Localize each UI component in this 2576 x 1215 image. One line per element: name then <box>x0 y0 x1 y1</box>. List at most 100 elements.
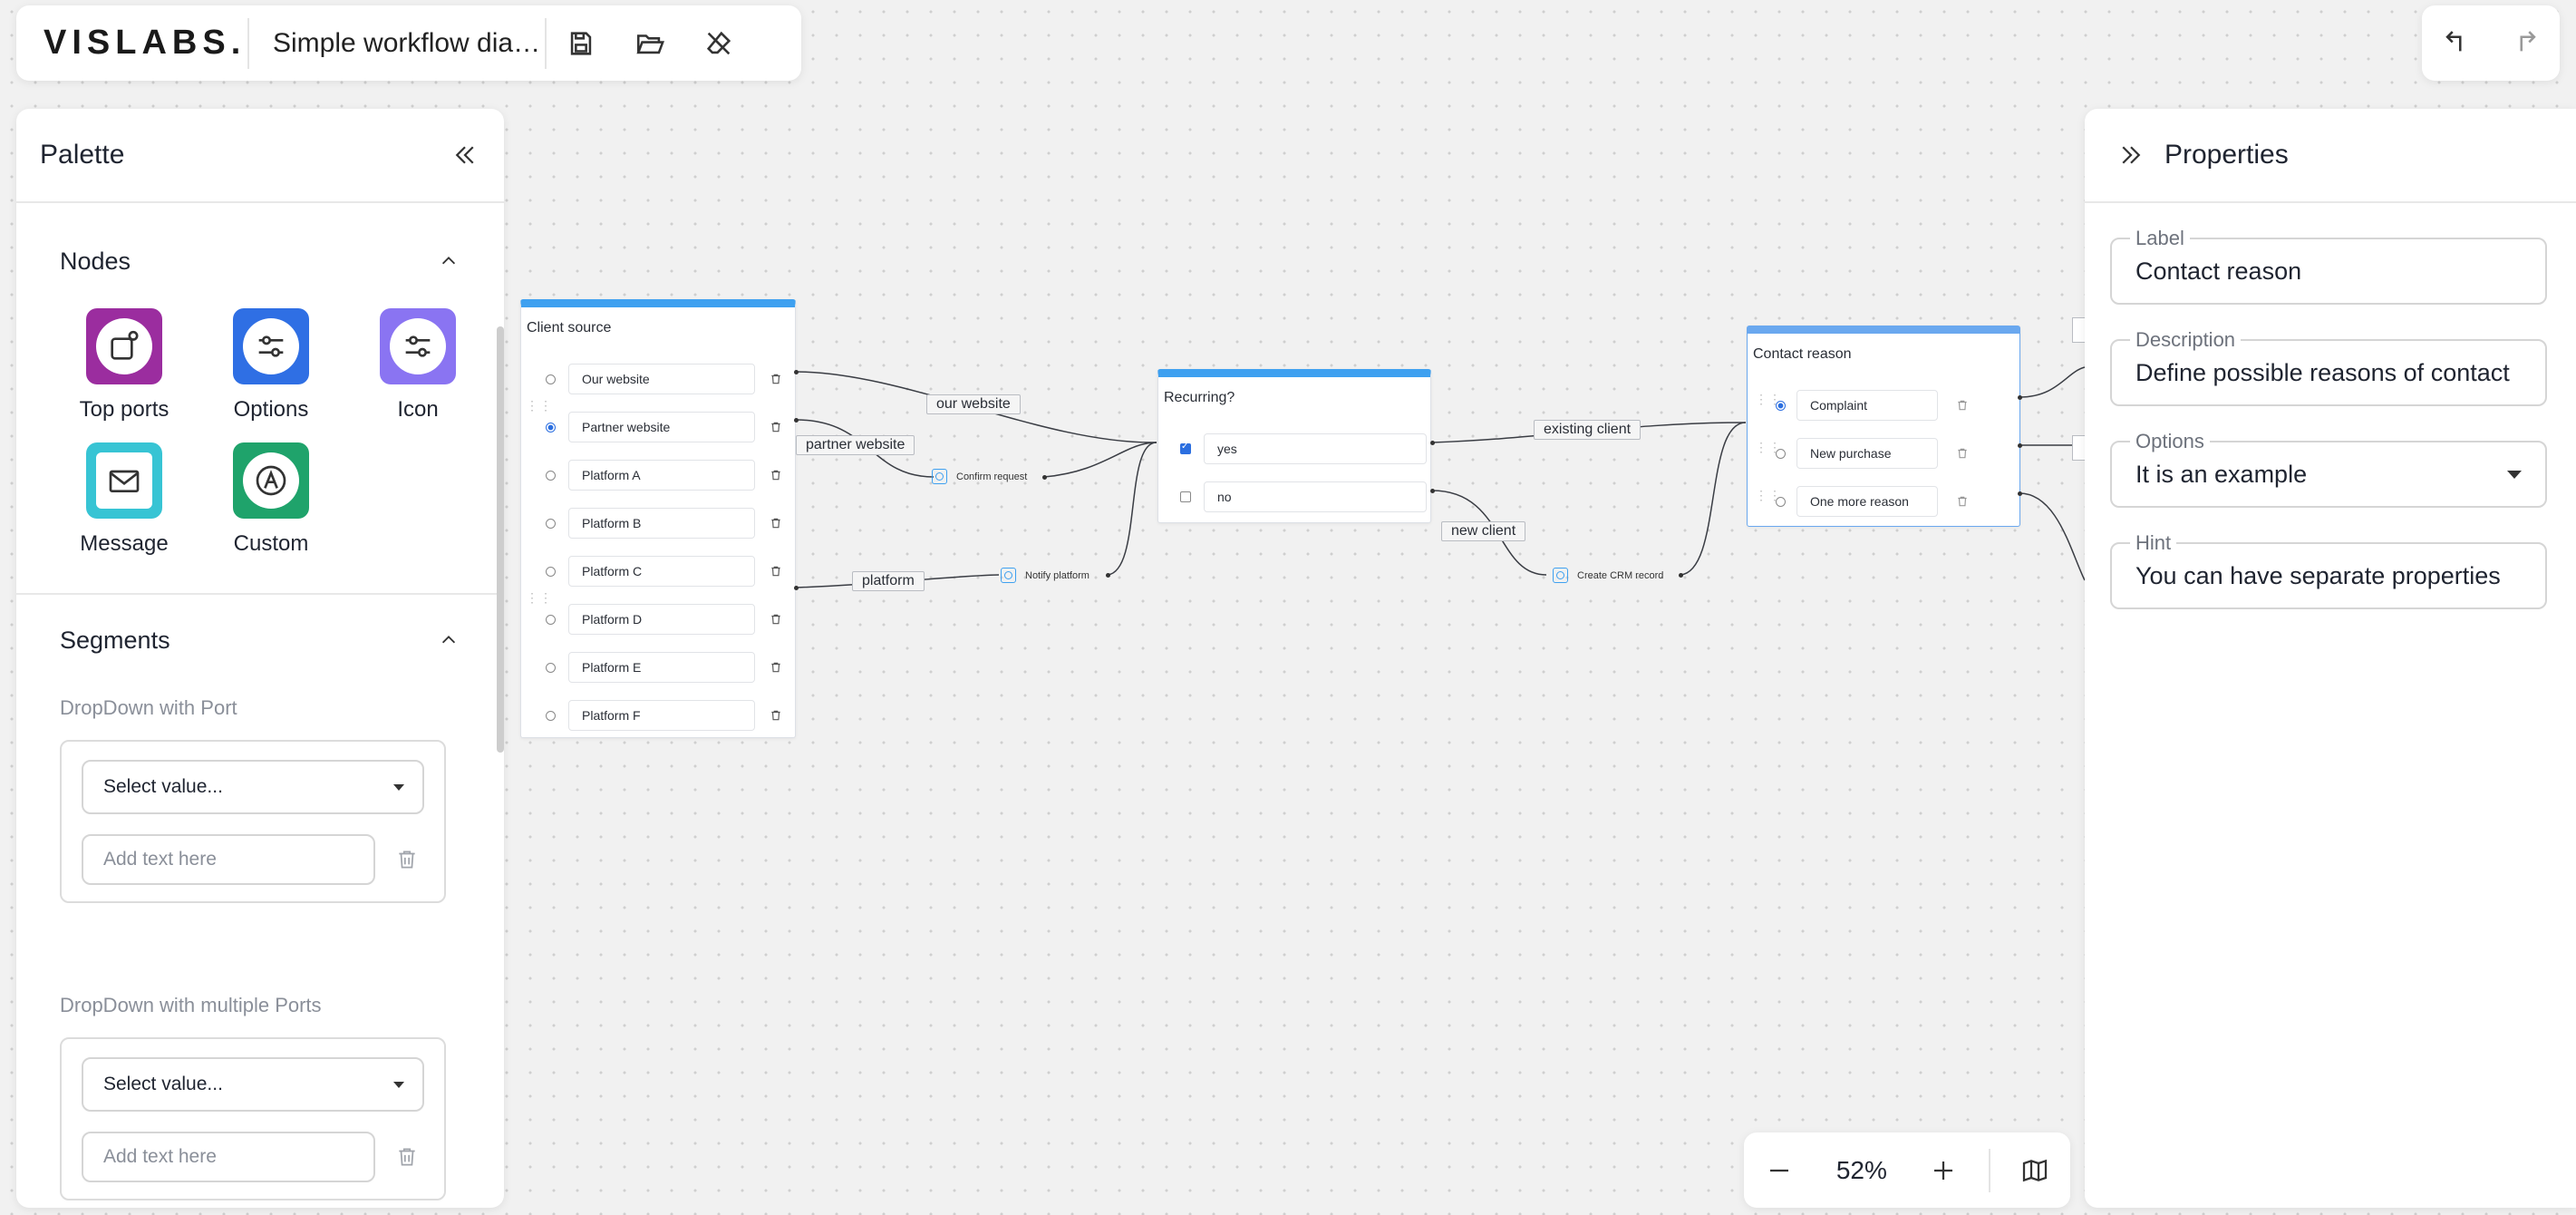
segments-section-header[interactable]: Segments <box>16 604 504 676</box>
node-contact-reason[interactable]: Contact reason Complaint New purchase On… <box>1747 326 2020 527</box>
node-recurring[interactable]: Recurring? yes no <box>1157 369 1431 523</box>
nodes-section-header[interactable]: Nodes <box>16 225 504 297</box>
option-input[interactable]: Complaint <box>1796 390 1938 421</box>
trash-icon[interactable] <box>395 848 419 871</box>
field-value[interactable]: It is an example <box>2135 442 2491 506</box>
option-input[interactable]: New purchase <box>1796 438 1938 469</box>
document-title[interactable]: Simple workflow diagram <box>273 28 545 59</box>
option-row[interactable]: Partner website <box>521 410 782 444</box>
port-dot[interactable] <box>1430 441 1435 445</box>
zoom-out-button[interactable] <box>1744 1132 1815 1208</box>
option-radio[interactable] <box>546 518 556 529</box>
port-dot[interactable] <box>1679 573 1683 578</box>
palette-node-custom[interactable]: Custom <box>198 442 344 557</box>
option-checkbox[interactable] <box>1180 491 1191 502</box>
segment-dropdown-with-multiple-ports[interactable]: Select value... Add text here <box>60 1037 446 1200</box>
segment-select[interactable]: Select value... <box>82 1057 424 1112</box>
option-input[interactable]: Platform B <box>568 508 755 539</box>
port-dot[interactable] <box>1042 475 1047 480</box>
port-dot[interactable] <box>1106 573 1110 578</box>
collapse-palette-icon[interactable] <box>451 141 479 169</box>
trash-icon[interactable] <box>395 1145 419 1169</box>
field-value[interactable]: You can have separate properties <box>2135 544 2522 608</box>
edge-label[interactable]: platform <box>852 571 925 591</box>
option-row[interactable]: Platform F <box>521 698 782 733</box>
trash-icon[interactable] <box>770 612 782 627</box>
edge-label[interactable]: existing client <box>1534 420 1641 440</box>
node-client-source[interactable]: Client source Our website Partner websit… <box>520 299 796 738</box>
option-input[interactable]: One more reason <box>1796 486 1938 517</box>
option-input[interactable]: Platform A <box>568 460 755 491</box>
option-input[interactable]: Platform C <box>568 556 755 587</box>
palette-node-icon[interactable]: Icon <box>344 308 491 423</box>
drag-handle-icon[interactable]: ⋮⋮ <box>526 591 552 608</box>
palette-node-options[interactable]: Options <box>198 308 344 423</box>
description-field[interactable]: Description Define possible reasons of c… <box>2110 328 2547 406</box>
option-row[interactable]: Platform B <box>521 506 782 540</box>
option-row[interactable]: Our website <box>521 362 782 396</box>
node-create-crm-record[interactable]: Create CRM record <box>1553 568 1663 583</box>
label-field[interactable]: Label Contact reason <box>2110 227 2547 305</box>
trash-icon[interactable] <box>770 516 782 530</box>
option-checkbox-checked[interactable] <box>1180 442 1191 454</box>
option-row[interactable]: Platform C <box>521 554 782 588</box>
options-select[interactable]: Options It is an example <box>2110 430 2547 508</box>
drag-handle-icon[interactable]: ⋮⋮ <box>1755 489 1781 506</box>
node-confirm-request[interactable]: Confirm request <box>932 469 1027 484</box>
option-radio[interactable] <box>546 710 556 721</box>
option-radio[interactable] <box>546 614 556 625</box>
option-radio-selected[interactable] <box>546 422 556 433</box>
option-radio[interactable] <box>546 662 556 673</box>
trash-icon[interactable] <box>1956 398 1969 413</box>
minimap-button[interactable] <box>2000 1132 2070 1208</box>
option-input[interactable]: yes <box>1204 433 1427 464</box>
trash-icon[interactable] <box>770 420 782 434</box>
option-row[interactable]: Platform E <box>521 650 782 685</box>
option-row[interactable]: Platform A <box>521 458 782 492</box>
trash-icon[interactable] <box>770 660 782 675</box>
option-input[interactable]: Our website <box>568 364 755 394</box>
drag-handle-icon[interactable]: ⋮⋮ <box>1755 393 1781 410</box>
node-notify-platform[interactable]: Notify platform <box>1001 568 1089 583</box>
option-input[interactable]: no <box>1204 481 1427 512</box>
option-row[interactable]: no <box>1158 480 1427 514</box>
drag-handle-icon[interactable]: ⋮⋮ <box>1755 441 1781 458</box>
edge-label[interactable]: our website <box>926 394 1021 414</box>
port-dot[interactable] <box>2018 395 2022 400</box>
undo-button[interactable] <box>2441 25 2472 61</box>
edge-label[interactable]: new client <box>1441 521 1526 541</box>
option-radio[interactable] <box>546 470 556 481</box>
open-button[interactable] <box>615 5 684 81</box>
segment-select[interactable]: Select value... <box>82 760 424 814</box>
trash-icon[interactable] <box>1956 494 1969 509</box>
port-dot[interactable] <box>794 370 799 374</box>
option-input[interactable]: Platform E <box>568 652 755 683</box>
option-radio[interactable] <box>546 374 556 384</box>
palette-node-message[interactable]: Message <box>51 442 198 557</box>
port-dot[interactable] <box>794 418 799 423</box>
trash-icon[interactable] <box>770 468 782 482</box>
option-input[interactable]: Platform F <box>568 700 755 731</box>
port-dot[interactable] <box>2018 443 2022 448</box>
option-input[interactable]: Platform D <box>568 604 755 635</box>
palette-node-top-ports[interactable]: Top ports <box>51 308 198 423</box>
option-radio[interactable] <box>546 566 556 577</box>
redo-button[interactable] <box>2510 25 2541 61</box>
field-value[interactable]: Contact reason <box>2135 239 2522 303</box>
option-row[interactable]: Platform D <box>521 602 782 637</box>
option-input[interactable]: Partner website <box>568 412 755 442</box>
segment-text-input[interactable]: Add text here <box>82 1132 375 1182</box>
collapse-properties-icon[interactable] <box>2117 141 2145 169</box>
port-dot[interactable] <box>1430 489 1435 493</box>
segment-text-input[interactable]: Add text here <box>82 834 375 885</box>
hint-field[interactable]: Hint You can have separate properties <box>2110 531 2547 609</box>
drag-handle-icon[interactable]: ⋮⋮ <box>526 399 552 416</box>
port-dot[interactable] <box>794 586 799 590</box>
trash-icon[interactable] <box>1956 446 1969 461</box>
palette-scrollbar[interactable] <box>497 326 504 753</box>
trash-icon[interactable] <box>770 564 782 578</box>
clear-button[interactable] <box>684 5 753 81</box>
zoom-in-button[interactable] <box>1908 1132 1979 1208</box>
save-button[interactable] <box>547 5 615 81</box>
option-row[interactable]: yes <box>1158 432 1427 466</box>
